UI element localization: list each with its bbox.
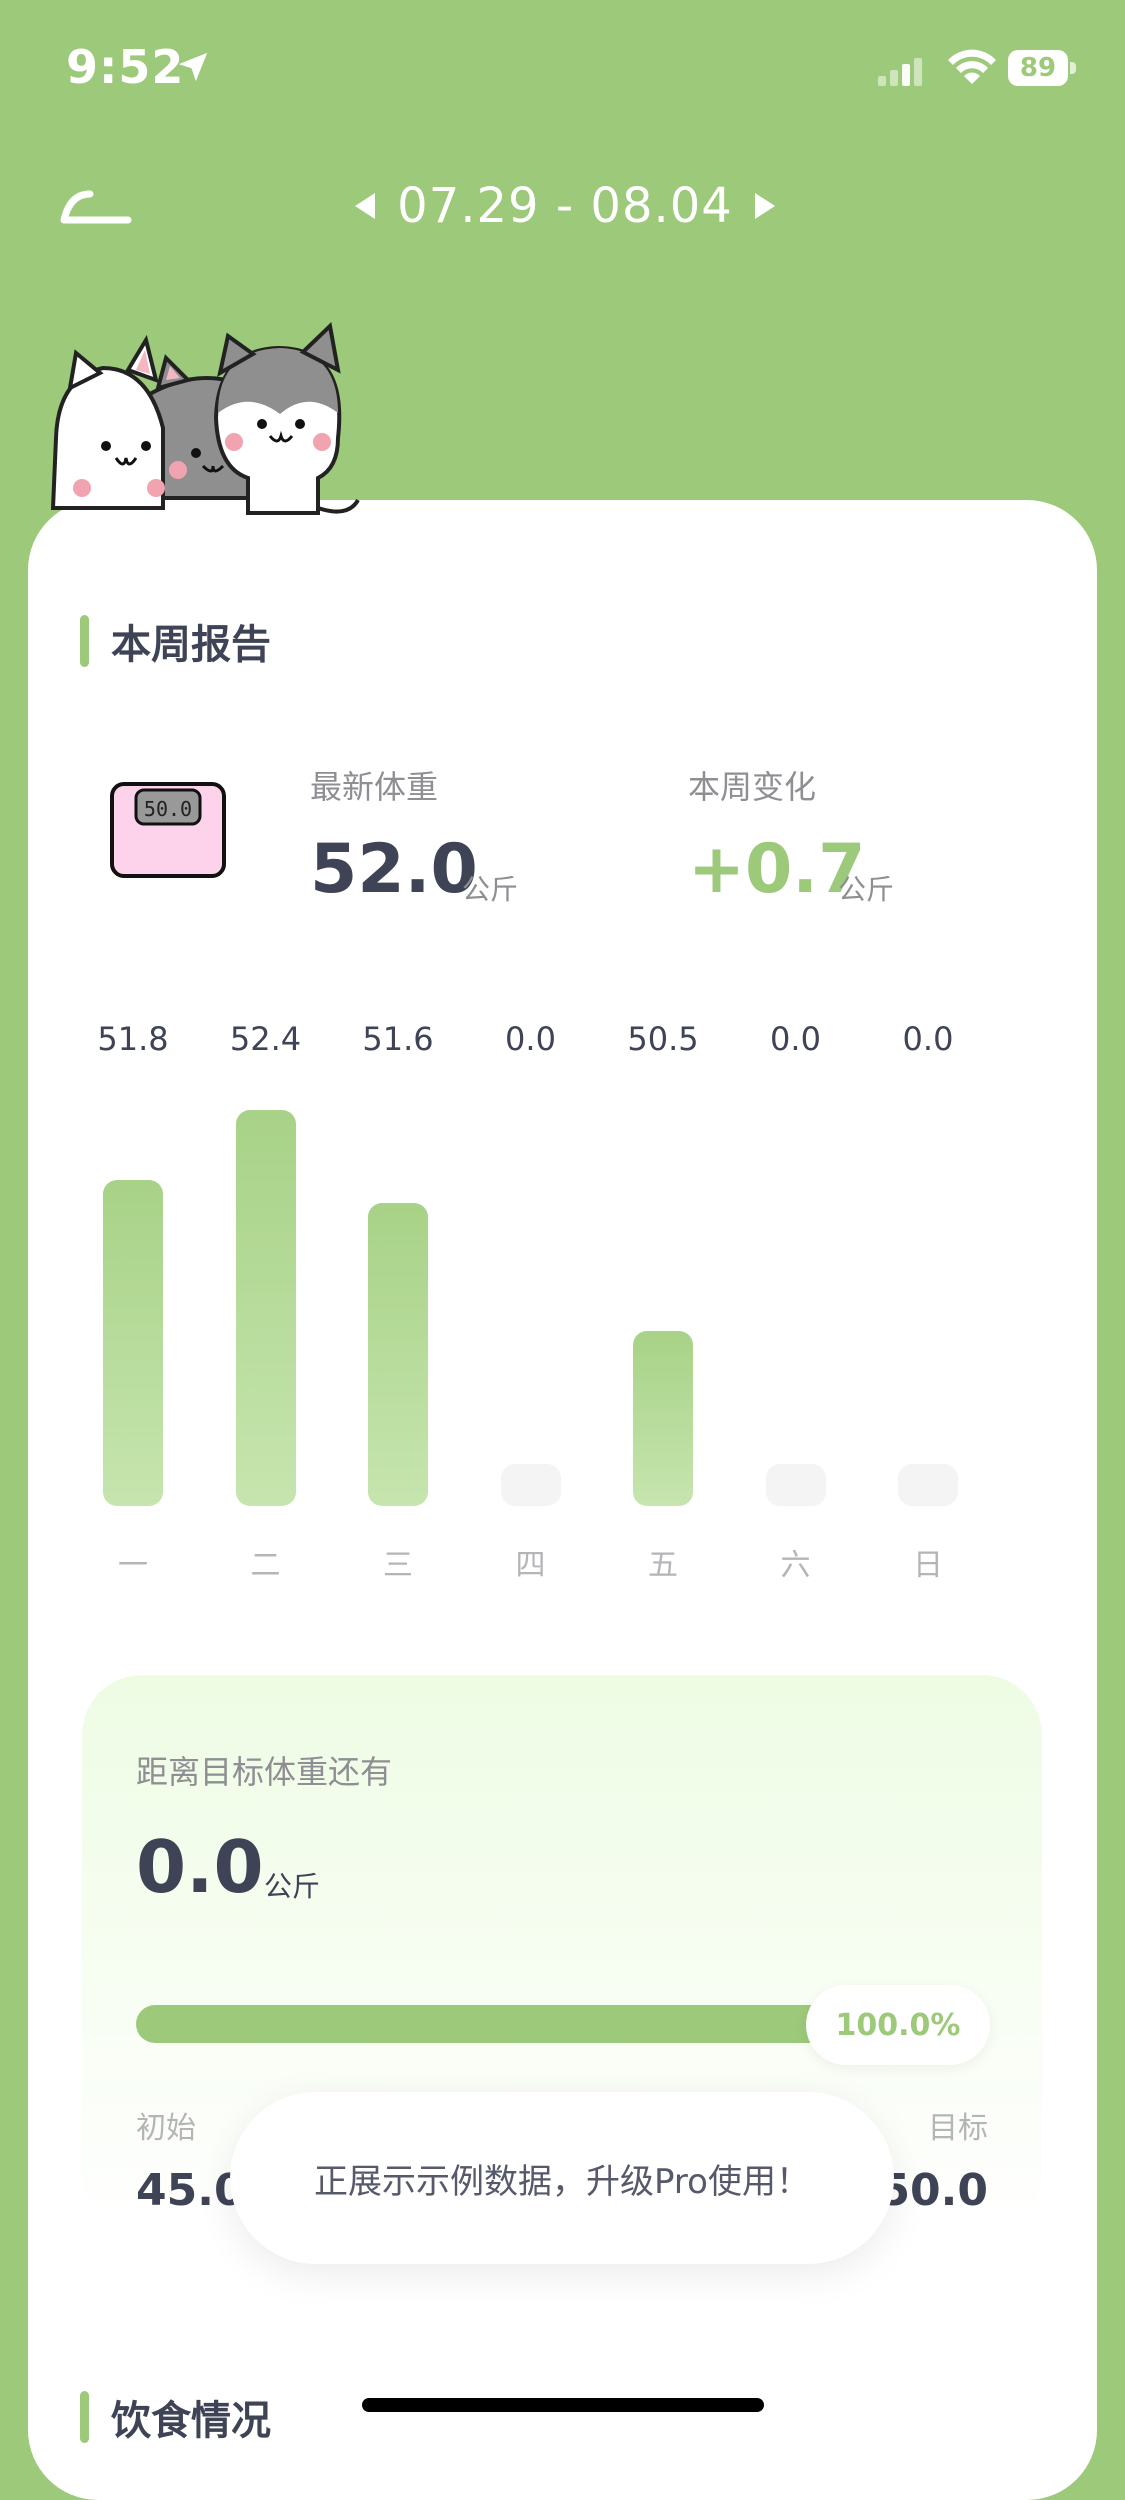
- weekly-change-label: 本周变化: [688, 768, 817, 806]
- next-week-icon[interactable]: [754, 193, 775, 219]
- bar-value-label: 50.5: [627, 1020, 699, 1058]
- bar-value-label: 51.6: [362, 1020, 434, 1058]
- goal-label: 距离目标体重还有: [136, 1753, 393, 1791]
- day-label: 一: [118, 1548, 148, 1583]
- date-range: 07.29 - 08.04: [397, 178, 733, 234]
- section-accent-bar: [80, 2391, 89, 2443]
- bar-日[interactable]: [898, 1464, 958, 1506]
- bar-value-label: 52.4: [229, 1020, 302, 1058]
- day-label: 四: [515, 1548, 546, 1583]
- start-weight-value: 45.0: [136, 2165, 245, 2216]
- diet-section-title: 饮食情况: [80, 2388, 271, 2446]
- target-weight-label: 目标: [928, 2111, 988, 2146]
- goal-unit: 公斤: [264, 1870, 321, 1903]
- day-label: 五: [648, 1548, 678, 1583]
- weekly-change-unit: 公斤: [838, 873, 895, 906]
- bar-三[interactable]: [368, 1203, 428, 1506]
- bar-四[interactable]: [500, 1464, 561, 1506]
- start-weight-label: 初始: [136, 2111, 196, 2146]
- report-section-title: 本周报告: [80, 612, 271, 670]
- goal-progress-percent: 100.0%: [806, 1985, 990, 2065]
- cats-illustration: [50, 321, 360, 515]
- day-label: 二: [250, 1548, 281, 1583]
- back-arrow-icon[interactable]: [60, 186, 132, 226]
- day-label: 六: [780, 1548, 811, 1583]
- report-title: 本周报告: [111, 622, 271, 668]
- battery-icon: 89: [1008, 50, 1078, 88]
- diet-title: 饮食情况: [111, 2398, 271, 2444]
- latest-weight-unit: 公斤: [462, 873, 519, 906]
- bar-六[interactable]: [765, 1464, 826, 1506]
- scale-icon: 50.0: [110, 782, 226, 878]
- bar-五[interactable]: [633, 1331, 693, 1506]
- svg-text:50.0: 50.0: [144, 797, 192, 821]
- cellular-signal-icon: [878, 58, 922, 86]
- latest-weight-label: 最新体重: [310, 768, 439, 806]
- bar-一[interactable]: [103, 1179, 163, 1506]
- bar-value-label: 51.8: [97, 1020, 169, 1058]
- home-indicator[interactable]: [362, 2398, 764, 2412]
- day-label: 三: [383, 1548, 413, 1583]
- status-bar: 9:52 89: [0, 0, 1125, 140]
- battery-level: 89: [1008, 50, 1068, 86]
- bar-二[interactable]: [235, 1110, 296, 1506]
- day-label: 日: [913, 1548, 943, 1583]
- wifi-icon: [948, 49, 996, 84]
- week-selector: 07.29 - 08.04: [350, 170, 780, 242]
- prev-week-icon[interactable]: [355, 193, 376, 219]
- goal-remaining: 0.0: [136, 1825, 264, 1909]
- section-accent-bar: [80, 615, 89, 667]
- bar-value-label: 0.0: [902, 1020, 954, 1058]
- status-time: 9:52: [66, 40, 185, 94]
- demo-data-toast[interactable]: 正展示示例数据，升级Pro使用！: [230, 2092, 894, 2264]
- latest-weight-value: 52.0: [310, 830, 478, 909]
- weekly-weight-chart: 51.8 一 52.4 二 51.6 三 0.0 四 50.5 五 0.0 六 0.0 日: [97, 1020, 1020, 1600]
- location-arrow-icon: [178, 52, 208, 82]
- bar-value-label: 0.0: [505, 1020, 556, 1058]
- target-weight-value: 50.0: [879, 2165, 988, 2216]
- bar-value-label: 0.0: [770, 1020, 821, 1058]
